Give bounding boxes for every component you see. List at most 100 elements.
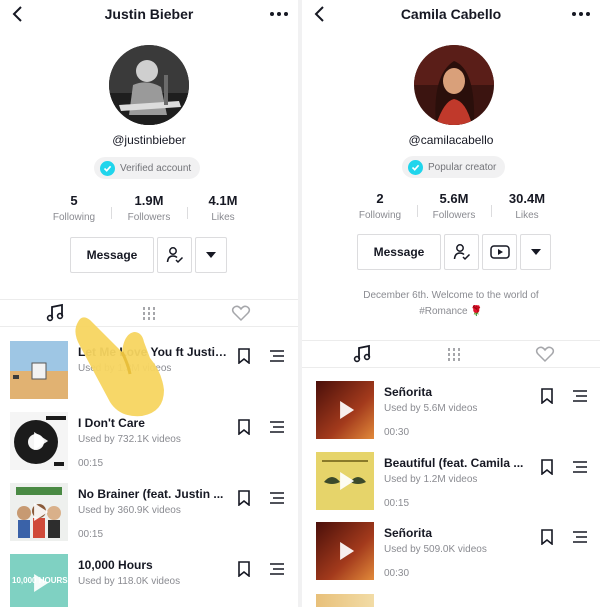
videos-grid-tab-icon[interactable] bbox=[443, 344, 465, 364]
bookmark-icon[interactable] bbox=[237, 490, 251, 506]
play-icon bbox=[34, 432, 49, 450]
liked-tab-icon[interactable] bbox=[230, 303, 252, 323]
badge-label: Verified account bbox=[120, 162, 192, 174]
bookmark-icon[interactable] bbox=[540, 459, 554, 475]
song-usage: Used by 360.9K videos bbox=[78, 505, 181, 516]
bookmark-icon[interactable] bbox=[237, 348, 251, 364]
youtube-button[interactable] bbox=[482, 234, 517, 270]
list-item[interactable]: I Don't Care Used by 732.1K videos 00:15 bbox=[0, 412, 298, 482]
song-usage: Used by 509.0K videos bbox=[384, 544, 487, 555]
check-icon bbox=[408, 159, 423, 175]
user-check-icon bbox=[453, 244, 470, 261]
song-duration: 00:30 bbox=[384, 427, 410, 438]
bio-line-1: December 6th. Welcome to the world of bbox=[363, 290, 539, 301]
creator-badge: Popular creator bbox=[402, 156, 506, 178]
avatar bbox=[109, 45, 189, 125]
page-title: Camila Cabello bbox=[400, 6, 502, 22]
song-usage: Used by 5.6M videos bbox=[384, 403, 478, 414]
caret-down-icon bbox=[206, 252, 216, 258]
bookmark-icon[interactable] bbox=[540, 529, 554, 545]
liked-tab-icon[interactable] bbox=[534, 344, 556, 364]
album-thumbnail bbox=[316, 452, 374, 510]
follow-status-button[interactable] bbox=[444, 234, 479, 270]
more-options-icon[interactable] bbox=[268, 4, 290, 24]
playlist-icon[interactable] bbox=[269, 491, 285, 505]
song-duration: 00:15 bbox=[78, 458, 104, 469]
bookmark-icon[interactable] bbox=[237, 561, 251, 577]
list-item[interactable]: 10,000 HOURS 10,000 Hours Used by 118.0K… bbox=[0, 554, 298, 607]
song-title: 10,000 Hours bbox=[78, 558, 153, 572]
song-title: Señorita bbox=[384, 526, 433, 540]
content-tabs bbox=[302, 340, 600, 368]
followers-count[interactable]: 5.6M bbox=[419, 191, 489, 206]
page-title: Justin Bieber bbox=[104, 6, 194, 22]
playlist-icon[interactable] bbox=[269, 420, 285, 434]
play-icon bbox=[34, 574, 49, 592]
album-thumbnail-partial bbox=[316, 594, 374, 607]
song-title: No Brainer (feat. Justin ... bbox=[78, 487, 224, 501]
followers-label: Followers bbox=[432, 210, 476, 221]
username: @justinbieber bbox=[112, 133, 186, 147]
song-title: Beautiful (feat. Camila ... bbox=[384, 456, 524, 470]
song-duration: 00:30 bbox=[384, 568, 410, 579]
followers-label: Followers bbox=[127, 212, 171, 223]
stat-divider bbox=[417, 205, 418, 217]
tap-gesture-hand-icon bbox=[75, 317, 164, 417]
playlist-icon[interactable] bbox=[269, 349, 285, 363]
message-button[interactable]: Message bbox=[357, 234, 441, 270]
dropdown-button[interactable] bbox=[195, 237, 227, 273]
playlist-icon[interactable] bbox=[572, 389, 588, 403]
avatar bbox=[414, 45, 494, 125]
following-label: Following bbox=[52, 212, 96, 223]
check-icon bbox=[100, 160, 115, 176]
album-thumbnail bbox=[316, 381, 374, 439]
follow-status-button[interactable] bbox=[157, 237, 192, 273]
username: @camilacabello bbox=[408, 133, 494, 147]
following-count[interactable]: 5 bbox=[39, 193, 109, 208]
list-item[interactable]: Señorita Used by 509.0K videos 00:30 bbox=[302, 522, 600, 592]
likes-label: Likes bbox=[515, 210, 539, 221]
song-usage: Used by 118.0K videos bbox=[78, 576, 181, 587]
song-title: Señorita bbox=[384, 385, 433, 399]
bio-line-2: #Romance 🌹 bbox=[419, 306, 483, 317]
following-label: Following bbox=[358, 210, 402, 221]
album-thumbnail bbox=[316, 522, 374, 580]
following-count[interactable]: 2 bbox=[345, 191, 415, 206]
song-duration: 00:15 bbox=[78, 529, 104, 540]
likes-label: Likes bbox=[211, 212, 235, 223]
music-tab-icon[interactable] bbox=[45, 303, 67, 323]
music-tab-icon[interactable] bbox=[352, 344, 374, 364]
badge-label: Popular creator bbox=[428, 161, 497, 173]
bookmark-icon[interactable] bbox=[540, 388, 554, 404]
caret-down-icon bbox=[530, 249, 541, 255]
bookmark-icon[interactable] bbox=[237, 419, 251, 435]
play-icon bbox=[340, 472, 355, 490]
profile-panel-camila: Camila Cabello @camilacabello Popular cr… bbox=[302, 0, 600, 607]
header: Camila Cabello bbox=[302, 0, 600, 32]
message-button[interactable]: Message bbox=[70, 237, 154, 273]
followers-count[interactable]: 1.9M bbox=[114, 193, 184, 208]
list-item[interactable]: Beautiful (feat. Camila ... Used by 1.2M… bbox=[302, 452, 600, 522]
likes-count[interactable]: 30.4M bbox=[492, 191, 562, 206]
likes-count[interactable]: 4.1M bbox=[188, 193, 258, 208]
list-item[interactable]: Señorita Used by 5.6M videos 00:30 bbox=[302, 381, 600, 451]
playlist-icon[interactable] bbox=[269, 562, 285, 576]
play-icon bbox=[340, 401, 355, 419]
playlist-icon[interactable] bbox=[572, 530, 588, 544]
play-icon bbox=[34, 503, 49, 521]
song-usage: Used by 1.2M videos bbox=[384, 474, 478, 485]
user-check-icon bbox=[166, 247, 183, 264]
youtube-icon bbox=[489, 245, 510, 259]
list-item[interactable]: No Brainer (feat. Justin ... Used by 360… bbox=[0, 483, 298, 553]
header: Justin Bieber bbox=[0, 0, 298, 32]
song-duration: 00:15 bbox=[384, 498, 410, 509]
profile-panel-justin: Justin Bieber @justinbieber Verified acc… bbox=[0, 0, 298, 607]
more-options-icon[interactable] bbox=[570, 4, 592, 24]
album-thumbnail: 10,000 HOURS bbox=[10, 554, 68, 607]
verified-badge: Verified account bbox=[94, 157, 201, 179]
dropdown-button[interactable] bbox=[520, 234, 551, 270]
album-thumbnail bbox=[10, 341, 68, 399]
playlist-icon[interactable] bbox=[572, 460, 588, 474]
play-icon bbox=[340, 542, 355, 560]
album-thumbnail bbox=[10, 412, 68, 470]
